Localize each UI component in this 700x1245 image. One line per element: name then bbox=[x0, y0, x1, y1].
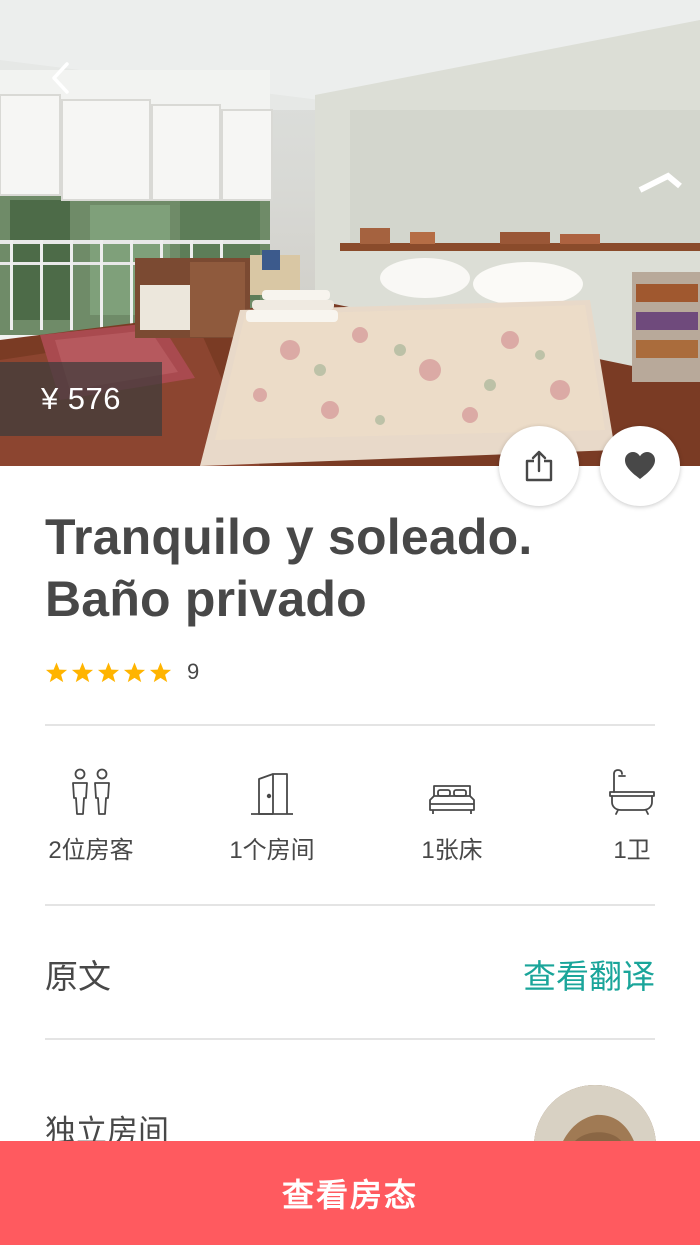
amenities-row: 2位房客 1个房间 1张床 1卫 bbox=[0, 766, 700, 866]
review-count: 9 bbox=[187, 659, 200, 684]
rating[interactable]: 9 bbox=[45, 656, 199, 688]
amenity-baths: 1卫 bbox=[562, 766, 700, 865]
star-rating bbox=[45, 661, 172, 684]
back-button[interactable] bbox=[34, 50, 86, 106]
divider bbox=[45, 1038, 655, 1040]
guests-icon bbox=[72, 768, 110, 815]
bed-icon bbox=[429, 785, 475, 814]
star-icon bbox=[123, 661, 146, 682]
language-row: 原文 查看翻译 bbox=[45, 946, 655, 1002]
heart-icon bbox=[625, 452, 655, 479]
amenity-beds: 1张床 bbox=[382, 766, 522, 865]
chevron-left-icon bbox=[52, 62, 69, 94]
door-icon bbox=[251, 773, 293, 815]
view-translation-link[interactable]: 查看翻译 bbox=[523, 950, 655, 998]
amenity-guests: 2位房客 bbox=[21, 766, 161, 865]
divider bbox=[45, 904, 655, 906]
beds-label: 1张床 bbox=[421, 837, 483, 864]
star-icon bbox=[149, 661, 172, 682]
favorite-button[interactable] bbox=[600, 426, 680, 506]
share-button[interactable] bbox=[499, 426, 579, 506]
listing-title-line-1: Tranquilo y soleado. bbox=[45, 509, 533, 565]
share-icon bbox=[525, 450, 553, 482]
star-icon bbox=[45, 661, 68, 682]
baths-label: 1卫 bbox=[613, 837, 651, 864]
divider bbox=[45, 724, 655, 726]
check-availability-button[interactable]: 查看房态 bbox=[0, 1141, 700, 1245]
listing-photo[interactable]: ¥ 576 bbox=[0, 0, 700, 466]
bathtub-icon bbox=[609, 769, 655, 815]
rooms-label: 1个房间 bbox=[229, 837, 315, 864]
star-icon bbox=[97, 661, 120, 682]
star-icon bbox=[71, 661, 94, 682]
listing-title: Tranquilo y soleado. Baño privado bbox=[45, 506, 665, 630]
listing-title-line-2: Baño privado bbox=[45, 571, 367, 627]
original-label: 原文 bbox=[45, 958, 111, 995]
price-tag: ¥ 576 bbox=[0, 362, 162, 436]
amenity-rooms: 1个房间 bbox=[202, 766, 342, 865]
guests-label: 2位房客 bbox=[48, 837, 134, 864]
